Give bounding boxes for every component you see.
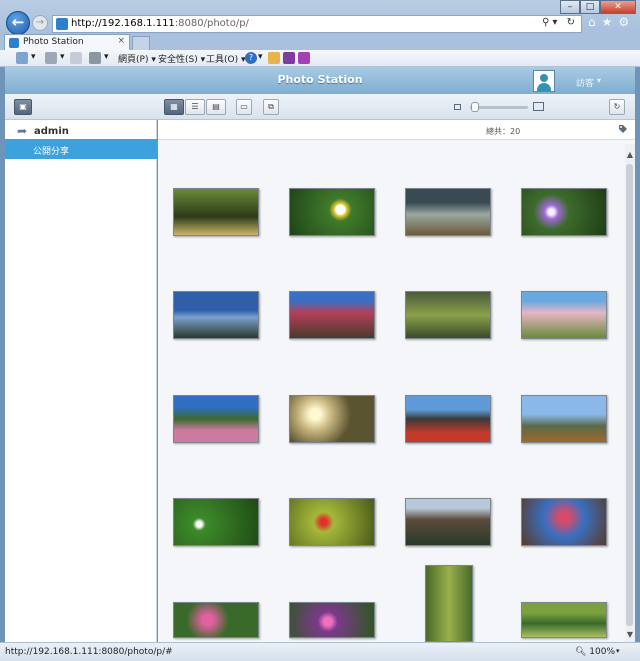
toggle-sidebar-button[interactable]: ▣ xyxy=(14,99,32,115)
photo-thumbnail[interactable] xyxy=(425,565,473,642)
tab-title: Photo Station xyxy=(23,37,84,47)
forward-button[interactable]: → xyxy=(32,15,48,31)
sidebar-user-name: admin xyxy=(34,126,69,137)
address-url[interactable]: http://192.168.1.111:8080/photo/p/ xyxy=(71,18,249,29)
addon-icon[interactable] xyxy=(268,52,280,64)
photo-thumbnail[interactable] xyxy=(289,602,375,638)
photo-thumbnail[interactable] xyxy=(521,498,607,546)
new-tab-button[interactable] xyxy=(132,36,150,50)
app-toolbar: ▣ ▦ ☰ ▤ ▭ ⧉ ↻ xyxy=(5,94,635,120)
onenote-send-icon[interactable] xyxy=(298,52,310,64)
photo-thumbnail[interactable] xyxy=(521,395,607,443)
photo-thumbnail[interactable] xyxy=(521,291,607,339)
thumbnail-size-slider-thumb[interactable] xyxy=(471,102,479,112)
window-controls: – □ ✕ xyxy=(560,0,636,14)
photo-thumbnail[interactable] xyxy=(289,291,375,339)
photo-thumbnail[interactable] xyxy=(173,395,259,443)
tab-photo-station[interactable]: Photo Station × xyxy=(4,34,130,50)
user-avatar-icon[interactable] xyxy=(533,70,555,92)
feeds-chevron-icon[interactable]: ▾ xyxy=(60,52,65,62)
small-size-icon[interactable] xyxy=(454,104,461,110)
photo-thumbnail[interactable] xyxy=(521,188,607,236)
command-bar: ▾ ▾ ▾ 網頁(P) ▾ 安全性(S) ▾ 工具(O) ▾ ? ▾ xyxy=(0,50,640,67)
refresh-button[interactable]: ↻ xyxy=(609,99,625,115)
user-share-arrow-icon: ➦ xyxy=(17,124,28,138)
app-header: Photo Station 訪客 ▾ xyxy=(5,67,635,94)
browser-title-bar: – □ ✕ ← → http://192.168.1.111:8080/phot… xyxy=(0,0,640,35)
print-chevron-icon[interactable]: ▾ xyxy=(104,52,109,62)
scrollbar-thumb[interactable] xyxy=(626,164,633,626)
zoom-chevron-icon[interactable]: ▾ xyxy=(616,647,620,655)
tools-menu[interactable]: 工具(O) ▾ xyxy=(206,52,246,65)
print-icon[interactable] xyxy=(89,52,101,64)
photo-thumbnail[interactable] xyxy=(173,498,259,546)
maximize-button[interactable]: □ xyxy=(580,0,600,14)
back-button[interactable]: ← xyxy=(6,11,30,35)
view-thumbnail-button[interactable]: ▦ xyxy=(164,99,184,115)
onenote-icon[interactable] xyxy=(283,52,295,64)
user-label[interactable]: 訪客 xyxy=(576,76,594,89)
photo-thumbnail[interactable] xyxy=(521,602,607,638)
help-icon[interactable]: ? xyxy=(245,52,257,64)
tab-row: Photo Station × xyxy=(0,34,640,50)
user-menu-chevron-icon[interactable]: ▾ xyxy=(597,76,601,85)
view-detail-button[interactable]: ▤ xyxy=(206,99,226,115)
slideshow-button[interactable]: ▭ xyxy=(236,99,252,115)
photo-thumbnail[interactable] xyxy=(173,188,259,236)
photo-thumbnail[interactable] xyxy=(289,498,375,546)
browser-right-icons: ⌂ ★ ⚙ xyxy=(588,15,629,29)
photo-thumbnail[interactable] xyxy=(405,498,491,546)
photo-thumbnail[interactable] xyxy=(289,188,375,236)
address-search-refresh-icons[interactable]: ⚲▾ ↻ xyxy=(542,17,578,28)
photo-total-count: 總共：20 xyxy=(486,127,521,136)
vertical-scrollbar[interactable]: ▲ ▼ xyxy=(625,144,635,642)
sidebar-item-public-share[interactable]: 公開分享 xyxy=(5,139,157,159)
home-icon[interactable]: ⌂ xyxy=(588,15,596,29)
tab-favicon-icon xyxy=(9,38,19,48)
zoom-level[interactable]: 🔍︎ 100% xyxy=(575,647,615,657)
scroll-up-icon[interactable]: ▲ xyxy=(626,150,634,159)
home-menu-chevron-icon[interactable]: ▾ xyxy=(31,52,36,62)
photo-thumbnail[interactable] xyxy=(173,291,259,339)
scroll-down-icon[interactable]: ▼ xyxy=(626,630,634,639)
home-menu-icon[interactable] xyxy=(16,52,28,64)
photo-grid-area: 總共：20 ▲ ▼ xyxy=(158,120,635,642)
tab-close-icon[interactable]: × xyxy=(117,36,125,46)
tools-gear-icon[interactable]: ⚙ xyxy=(618,15,629,29)
view-list-button[interactable]: ☰ xyxy=(185,99,205,115)
photo-thumbnail[interactable] xyxy=(405,188,491,236)
mail-icon[interactable] xyxy=(70,52,82,64)
copy-button[interactable]: ⧉ xyxy=(263,99,279,115)
feeds-icon[interactable] xyxy=(45,52,57,64)
large-size-icon[interactable] xyxy=(533,102,544,111)
content-header: 總共：20 xyxy=(158,120,635,140)
tag-icon[interactable] xyxy=(618,124,628,134)
help-chevron-icon[interactable]: ▾ xyxy=(258,52,263,62)
status-url: http://192.168.1.111:8080/photo/p/# xyxy=(5,647,173,657)
address-bar[interactable]: http://192.168.1.111:8080/photo/p/ ⚲▾ ↻ xyxy=(52,15,582,33)
minimize-button[interactable]: – xyxy=(560,0,580,14)
photo-thumbnail[interactable] xyxy=(405,291,491,339)
safety-menu[interactable]: 安全性(S) ▾ xyxy=(158,52,205,65)
photo-thumbnail[interactable] xyxy=(289,395,375,443)
status-bar: http://192.168.1.111:8080/photo/p/# 🔍︎ 1… xyxy=(0,642,640,661)
close-window-button[interactable]: ✕ xyxy=(600,0,636,14)
photo-thumbnail[interactable] xyxy=(405,395,491,443)
sidebar: ➦ admin 公開分享 xyxy=(5,120,157,642)
photo-thumbnail[interactable] xyxy=(173,602,259,638)
favorites-star-icon[interactable]: ★ xyxy=(602,15,613,29)
page-menu[interactable]: 網頁(P) ▾ xyxy=(118,52,156,65)
site-favicon-icon xyxy=(56,18,68,30)
